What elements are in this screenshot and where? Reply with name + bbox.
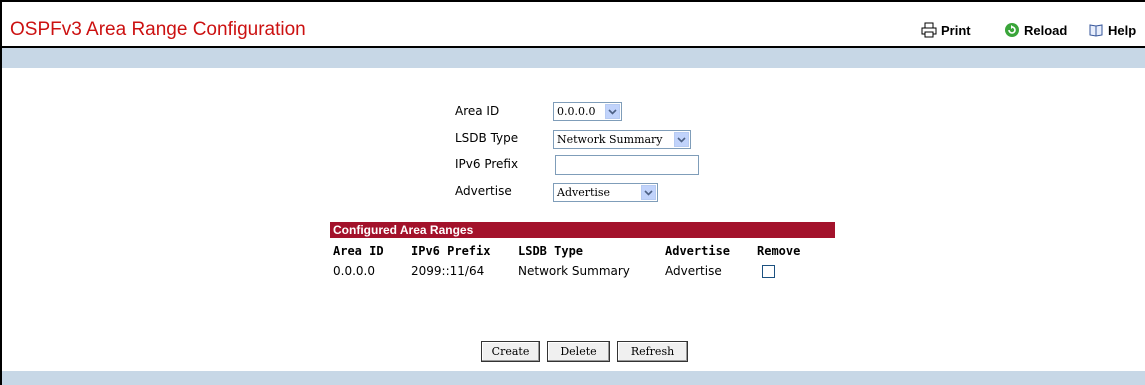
area-id-value: 0.0.0.0 — [557, 105, 596, 118]
ipv6-prefix-label: IPv6 Prefix — [455, 157, 519, 171]
refresh-button[interactable]: Refresh — [617, 341, 688, 362]
reload-label: Reload — [1024, 22, 1068, 38]
col-header-area-id: Area ID — [333, 244, 384, 258]
reload-icon — [1004, 22, 1020, 38]
page-title: OSPFv3 Area Range Configuration — [10, 19, 306, 40]
create-button[interactable]: Create — [481, 341, 540, 362]
header-band — [2, 48, 1145, 68]
area-id-select[interactable]: 0.0.0.0 — [553, 102, 622, 121]
advertise-label: Advertise — [455, 184, 512, 198]
table-title: Configured Area Ranges — [330, 222, 835, 238]
lsdb-type-value: Network Summary — [557, 133, 663, 146]
lsdb-type-label: LSDB Type — [455, 131, 519, 145]
help-link[interactable]: Help — [1088, 22, 1136, 38]
help-book-icon — [1088, 22, 1104, 38]
remove-checkbox[interactable] — [762, 265, 775, 278]
reload-link[interactable]: Reload — [1004, 22, 1067, 38]
title-bar: OSPFv3 Area Range Configuration Print Re… — [2, 2, 1145, 48]
advertise-value: Advertise — [557, 186, 611, 199]
delete-button[interactable]: Delete — [547, 341, 610, 362]
col-header-lsdb-type: LSDB Type — [518, 244, 584, 258]
advertise-select[interactable]: Advertise — [553, 183, 658, 202]
lsdb-type-select[interactable]: Network Summary — [553, 130, 691, 149]
chevron-down-icon — [674, 132, 689, 147]
cell-area-id: 0.0.0.0 — [333, 264, 375, 278]
help-label: Help — [1108, 22, 1137, 38]
footer-band — [2, 371, 1145, 385]
chevron-down-icon — [605, 104, 620, 119]
col-header-ipv6-prefix: IPv6 Prefix — [411, 244, 491, 258]
cell-ipv6-prefix: 2099::11/64 — [411, 264, 485, 278]
print-label: Print — [941, 22, 971, 38]
cell-advertise: Advertise — [665, 264, 722, 278]
col-header-remove: Remove — [757, 244, 801, 258]
chevron-down-icon — [641, 185, 656, 200]
area-id-label: Area ID — [455, 104, 500, 118]
col-header-advertise: Advertise — [665, 244, 731, 258]
printer-icon — [921, 22, 937, 38]
cell-lsdb-type: Network Summary — [518, 264, 630, 278]
print-link[interactable]: Print — [921, 22, 971, 38]
ipv6-prefix-input[interactable] — [555, 155, 699, 175]
